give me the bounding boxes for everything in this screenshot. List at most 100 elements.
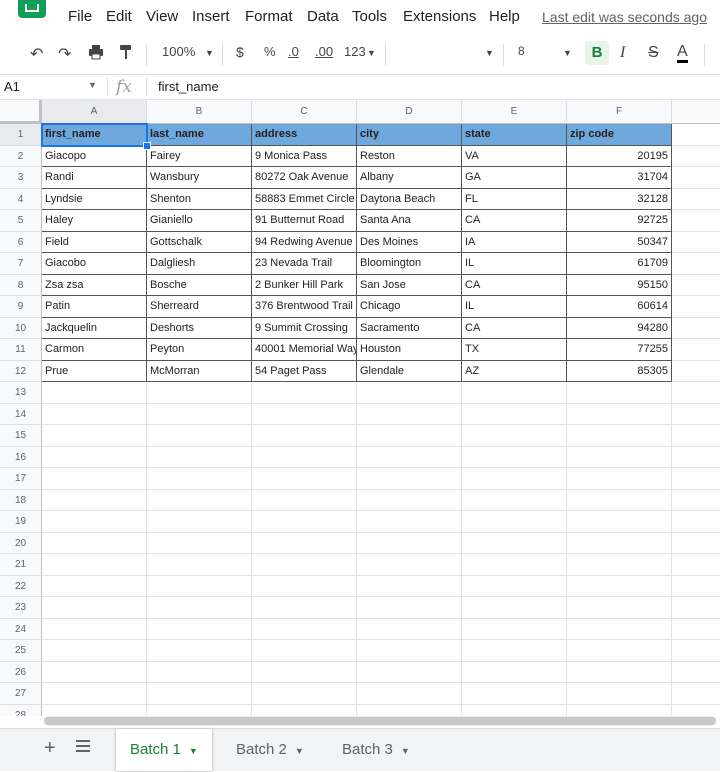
- cell[interactable]: [672, 576, 720, 597]
- cell[interactable]: [672, 210, 720, 232]
- cell[interactable]: [672, 447, 720, 468]
- cell[interactable]: Albany: [357, 167, 462, 189]
- cell[interactable]: 50347: [567, 231, 672, 253]
- cell[interactable]: [147, 489, 252, 511]
- cell[interactable]: [672, 146, 720, 167]
- cell[interactable]: [462, 618, 567, 640]
- cell[interactable]: [252, 468, 357, 490]
- cell[interactable]: [252, 575, 357, 597]
- menu-data[interactable]: Data: [307, 8, 339, 25]
- redo-icon[interactable]: ↷: [58, 44, 71, 64]
- cell[interactable]: Shenton: [147, 188, 252, 210]
- cell[interactable]: [42, 382, 147, 404]
- cell[interactable]: [42, 468, 147, 490]
- cell[interactable]: 94280: [567, 317, 672, 339]
- cell[interactable]: IA: [462, 231, 567, 253]
- cell[interactable]: [672, 232, 720, 253]
- header-cell[interactable]: city: [357, 124, 462, 146]
- header-cell[interactable]: state: [462, 124, 567, 146]
- cell[interactable]: [147, 554, 252, 576]
- cell[interactable]: [147, 683, 252, 705]
- row-header[interactable]: 24: [0, 618, 42, 640]
- text-color-button[interactable]: A: [677, 44, 688, 63]
- cell[interactable]: [567, 683, 672, 705]
- cell[interactable]: [357, 640, 462, 662]
- cell[interactable]: [42, 575, 147, 597]
- add-sheet-button[interactable]: +: [44, 737, 56, 760]
- cell[interactable]: 40001 Memorial Way: [252, 339, 357, 361]
- row-header[interactable]: 13: [0, 382, 42, 404]
- cell[interactable]: [462, 704, 567, 716]
- print-icon[interactable]: [88, 44, 104, 63]
- cell[interactable]: [252, 704, 357, 716]
- column-header-b[interactable]: B: [147, 100, 252, 124]
- menu-help[interactable]: Help: [489, 8, 520, 25]
- row-header[interactable]: 15: [0, 425, 42, 447]
- menu-format[interactable]: Format: [245, 8, 293, 25]
- cell[interactable]: [42, 661, 147, 683]
- cell[interactable]: Fairey: [147, 145, 252, 167]
- cell[interactable]: Gottschalk: [147, 231, 252, 253]
- cell[interactable]: [672, 640, 720, 662]
- cell[interactable]: [252, 661, 357, 683]
- cell[interactable]: [567, 618, 672, 640]
- cell[interactable]: [357, 446, 462, 468]
- cell[interactable]: [462, 575, 567, 597]
- cell[interactable]: [672, 597, 720, 619]
- cell[interactable]: [567, 446, 672, 468]
- cell[interactable]: 9 Monica Pass: [252, 145, 357, 167]
- cell[interactable]: [672, 296, 720, 318]
- row-header[interactable]: 22: [0, 575, 42, 597]
- row-header[interactable]: 8: [0, 274, 42, 296]
- cell[interactable]: 31704: [567, 167, 672, 189]
- cell[interactable]: CA: [462, 210, 567, 232]
- cell[interactable]: Carmon: [42, 339, 147, 361]
- sheet-tab-batch-3[interactable]: Batch 3 ▼: [328, 729, 424, 771]
- cell[interactable]: [567, 704, 672, 716]
- cell[interactable]: [252, 382, 357, 404]
- cell[interactable]: FL: [462, 188, 567, 210]
- cell[interactable]: [672, 683, 720, 705]
- cell[interactable]: 20195: [567, 145, 672, 167]
- cell[interactable]: Giacobo: [42, 253, 147, 275]
- row-header[interactable]: 21: [0, 554, 42, 576]
- cell[interactable]: CA: [462, 317, 567, 339]
- cell[interactable]: [252, 403, 357, 425]
- cell[interactable]: Reston: [357, 145, 462, 167]
- cell[interactable]: [357, 425, 462, 447]
- row-header[interactable]: 19: [0, 511, 42, 533]
- cell[interactable]: [462, 554, 567, 576]
- cell[interactable]: McMorran: [147, 360, 252, 382]
- cell[interactable]: 376 Brentwood Trail: [252, 296, 357, 318]
- menu-extensions[interactable]: Extensions: [403, 8, 476, 25]
- cell[interactable]: 58883 Emmet Circle: [252, 188, 357, 210]
- cell[interactable]: 32128: [567, 188, 672, 210]
- cell[interactable]: Sherreard: [147, 296, 252, 318]
- cell[interactable]: [147, 597, 252, 619]
- cell[interactable]: Glendale: [357, 360, 462, 382]
- cell[interactable]: 2 Bunker Hill Park: [252, 274, 357, 296]
- cell[interactable]: 60614: [567, 296, 672, 318]
- cell[interactable]: [462, 597, 567, 619]
- decrease-decimal-button[interactable]: .0: [288, 44, 299, 59]
- cell[interactable]: [672, 425, 720, 447]
- menu-file[interactable]: File: [68, 8, 92, 25]
- cell[interactable]: Bosche: [147, 274, 252, 296]
- cell[interactable]: GA: [462, 167, 567, 189]
- sheets-logo-icon[interactable]: [18, 0, 46, 18]
- cell[interactable]: Field: [42, 231, 147, 253]
- formula-input[interactable]: first_name: [158, 79, 219, 94]
- cell[interactable]: [147, 382, 252, 404]
- cell[interactable]: [672, 275, 720, 296]
- cell[interactable]: [147, 532, 252, 554]
- cell[interactable]: [567, 597, 672, 619]
- bold-button[interactable]: B: [585, 41, 609, 65]
- cell[interactable]: AZ: [462, 360, 567, 382]
- cell[interactable]: [357, 618, 462, 640]
- cell[interactable]: Zsa zsa: [42, 274, 147, 296]
- cell[interactable]: [147, 446, 252, 468]
- menu-view[interactable]: View: [146, 8, 178, 25]
- row-header[interactable]: 23: [0, 597, 42, 619]
- cell[interactable]: IL: [462, 296, 567, 318]
- cell[interactable]: VA: [462, 145, 567, 167]
